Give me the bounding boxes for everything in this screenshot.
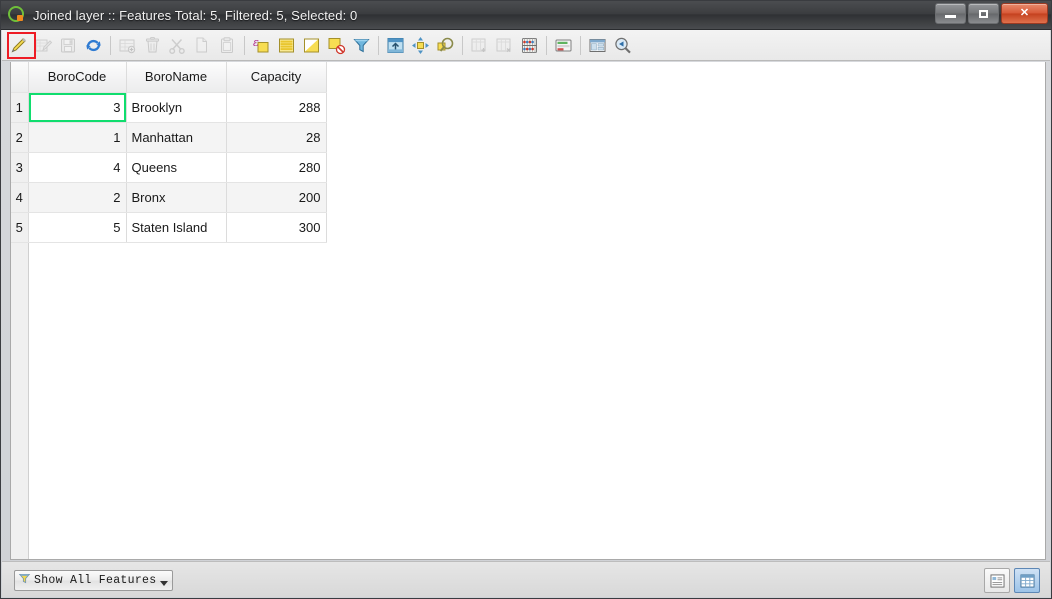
select-all-icon[interactable] <box>275 34 298 57</box>
cell-borocode[interactable]: 3 <box>28 92 127 123</box>
cell-capacity[interactable]: 300 <box>226 212 327 243</box>
select-by-expression-icon[interactable]: ε <box>250 34 273 57</box>
status-bar: Show All Features <box>2 561 1050 597</box>
copy-icon <box>191 34 214 57</box>
organize-columns-icon[interactable] <box>586 34 609 57</box>
view-mode-buttons <box>984 568 1040 593</box>
table-corner-header[interactable] <box>11 62 29 93</box>
cut-icon <box>166 34 189 57</box>
table-row[interactable]: 3 4 Queens 280 <box>11 152 327 183</box>
delete-column-icon <box>493 34 516 57</box>
cell-boroname[interactable]: Manhattan <box>126 122 227 153</box>
window-controls: ✕ <box>935 3 1048 24</box>
pan-to-selection-icon[interactable] <box>409 34 432 57</box>
table-view-icon[interactable] <box>1014 568 1040 593</box>
title-bar[interactable]: Joined layer :: Features Total: 5, Filte… <box>1 1 1051 30</box>
edit-pencil-table-icon <box>32 34 55 57</box>
row-number[interactable]: 1 <box>11 92 29 123</box>
chevron-down-icon[interactable] <box>160 580 169 586</box>
toolbar-separator <box>244 35 245 55</box>
field-calculator-icon[interactable] <box>518 34 541 57</box>
cell-capacity[interactable]: 288 <box>226 92 327 123</box>
qgis-logo-icon <box>8 6 26 24</box>
move-selection-top-icon[interactable] <box>384 34 407 57</box>
svg-text:ε: ε <box>253 36 259 49</box>
cell-boroname[interactable]: Staten Island <box>126 212 227 243</box>
row-number[interactable]: 3 <box>11 152 29 183</box>
cell-borocode[interactable]: 4 <box>28 152 127 183</box>
attribute-table[interactable]: BoroCode BoroName Capacity 1 3 Brooklyn … <box>10 62 1046 560</box>
table-row[interactable]: 2 1 Manhattan 28 <box>11 122 327 153</box>
close-button[interactable]: ✕ <box>1001 3 1048 24</box>
toolbar-separator <box>462 35 463 55</box>
show-all-features-label: Show All Features <box>34 574 157 587</box>
table-header-row: BoroCode BoroName Capacity <box>11 62 327 93</box>
conditional-formatting-icon[interactable] <box>552 34 575 57</box>
toolbar-separator <box>546 35 547 55</box>
maximize-button[interactable] <box>968 3 999 24</box>
row-number[interactable]: 5 <box>11 212 29 243</box>
table-row[interactable]: 4 2 Bronx 200 <box>11 182 327 213</box>
cell-capacity[interactable]: 200 <box>226 182 327 213</box>
cell-borocode[interactable]: 5 <box>28 212 127 243</box>
cell-borocode[interactable]: 2 <box>28 182 127 213</box>
filter-funnel-icon[interactable] <box>350 34 373 57</box>
cell-capacity[interactable]: 28 <box>226 122 327 153</box>
toolbar-separator <box>580 35 581 55</box>
column-header-boroname[interactable]: BoroName <box>126 62 227 93</box>
row-number[interactable]: 4 <box>11 182 29 213</box>
cell-boroname[interactable]: Bronx <box>126 182 227 213</box>
minimize-button[interactable] <box>935 3 966 24</box>
cell-boroname[interactable]: Queens <box>126 152 227 183</box>
filter-funnel-icon <box>18 572 31 589</box>
show-all-features-button[interactable]: Show All Features <box>14 570 174 591</box>
toolbar-separator <box>110 35 111 55</box>
delete-field-icon <box>141 34 164 57</box>
column-header-capacity[interactable]: Capacity <box>226 62 327 93</box>
column-header-borocode[interactable]: BoroCode <box>28 62 127 93</box>
table-row[interactable]: 5 5 Staten Island 300 <box>11 212 327 243</box>
cell-capacity[interactable]: 280 <box>226 152 327 183</box>
new-column-icon <box>468 34 491 57</box>
attribute-table-toolbar: ε <box>2 30 1050 61</box>
form-view-icon[interactable] <box>984 568 1010 593</box>
save-edits-icon <box>57 34 80 57</box>
paste-icon <box>216 34 239 57</box>
row-number[interactable]: 2 <box>11 122 29 153</box>
zoom-to-selection-icon[interactable] <box>434 34 457 57</box>
deselect-all-icon[interactable] <box>325 34 348 57</box>
cell-boroname[interactable]: Brooklyn <box>126 92 227 123</box>
table-row[interactable]: 1 3 Brooklyn 288 <box>11 92 327 123</box>
reload-icon[interactable] <box>82 34 105 57</box>
invert-selection-icon[interactable] <box>300 34 323 57</box>
window-title: Joined layer :: Features Total: 5, Filte… <box>33 7 358 23</box>
toolbar-separator <box>378 35 379 55</box>
cell-borocode[interactable]: 1 <box>28 122 127 153</box>
toggle-editing-icon[interactable] <box>7 34 30 57</box>
attribute-table-window: Joined layer :: Features Total: 5, Filte… <box>0 0 1052 599</box>
new-field-icon <box>116 34 139 57</box>
actions-icon[interactable] <box>611 34 634 57</box>
